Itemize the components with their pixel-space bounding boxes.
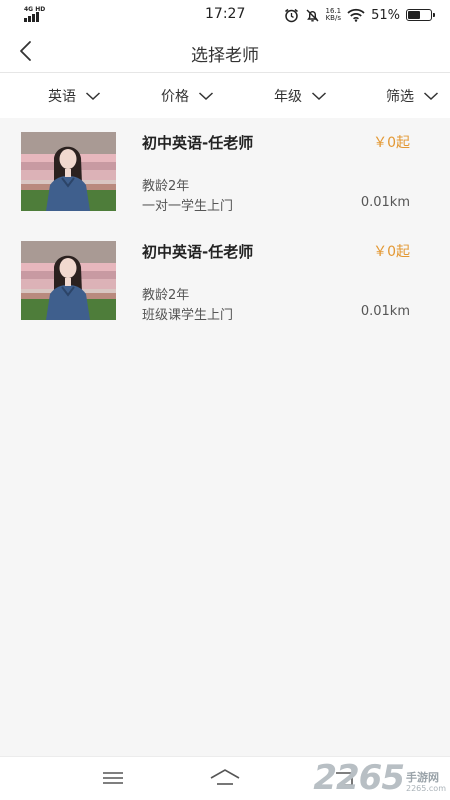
teacher-experience: 教龄2年 (142, 288, 190, 303)
filter-more[interactable]: 筛选 (386, 73, 439, 118)
speed-unit: KB/s (325, 14, 341, 22)
teacher-title: 初中英语-任老师 (142, 243, 254, 261)
wifi-icon (347, 8, 365, 22)
signal-icon: 4G HD (24, 6, 46, 22)
page-title: 选择老师 (191, 46, 259, 66)
teacher-card[interactable]: 初中英语-任老师 ￥0起 教龄2年 一对一学生上门 0.01km (0, 118, 450, 225)
watermark-number: 2265 (313, 758, 405, 798)
teacher-price: ￥0起 (373, 135, 410, 151)
teacher-title: 初中英语-任老师 (142, 134, 254, 152)
home-icon[interactable] (205, 765, 245, 791)
filter-grade[interactable]: 年级 (274, 73, 327, 118)
teacher-distance: 0.01km (360, 304, 410, 319)
battery-percent: 51% (371, 7, 400, 23)
battery-icon (406, 9, 435, 21)
chevron-down-icon (198, 91, 214, 100)
filter-subject[interactable]: 英语 (48, 73, 101, 118)
watermark: 2265 手游网 2265.com (313, 760, 446, 796)
chevron-down-icon (423, 91, 439, 100)
teacher-card[interactable]: 初中英语-任老师 ￥0起 教龄2年 班级课学生上门 0.01km (0, 227, 450, 334)
watermark-site: 手游网 (406, 771, 439, 784)
alarm-icon (284, 8, 298, 22)
filter-label: 英语 (48, 88, 76, 105)
teaching-mode: 班级课学生上门 (142, 308, 234, 323)
menu-icon[interactable] (93, 765, 133, 791)
teaching-mode: 一对一学生上门 (142, 199, 234, 214)
teacher-price: ￥0起 (373, 244, 410, 260)
filter-price[interactable]: 价格 (161, 73, 214, 118)
clock: 17:27 (205, 6, 246, 22)
watermark-domain: 2265.com (406, 784, 446, 793)
filter-label: 价格 (161, 88, 189, 105)
network-type: 4G HD (24, 6, 46, 13)
filter-bar: 英语 价格 年级 筛选 (0, 73, 450, 118)
filter-label: 年级 (274, 88, 302, 105)
header: 选择老师 (0, 30, 450, 73)
teacher-distance: 0.01km (360, 195, 410, 210)
network-speed: 16.1 KB/s (326, 8, 342, 22)
teacher-photo (21, 241, 116, 320)
mute-bell-icon (306, 9, 318, 21)
teacher-experience: 教龄2年 (142, 179, 190, 194)
chevron-down-icon (85, 91, 101, 100)
filter-label: 筛选 (386, 88, 414, 105)
system-nav-bar: 2265 手游网 2265.com (0, 756, 450, 800)
status-bar: 4G HD 17:27 16.1 KB/s 51% (0, 0, 450, 30)
teacher-photo (21, 132, 116, 211)
chevron-down-icon (311, 91, 327, 100)
